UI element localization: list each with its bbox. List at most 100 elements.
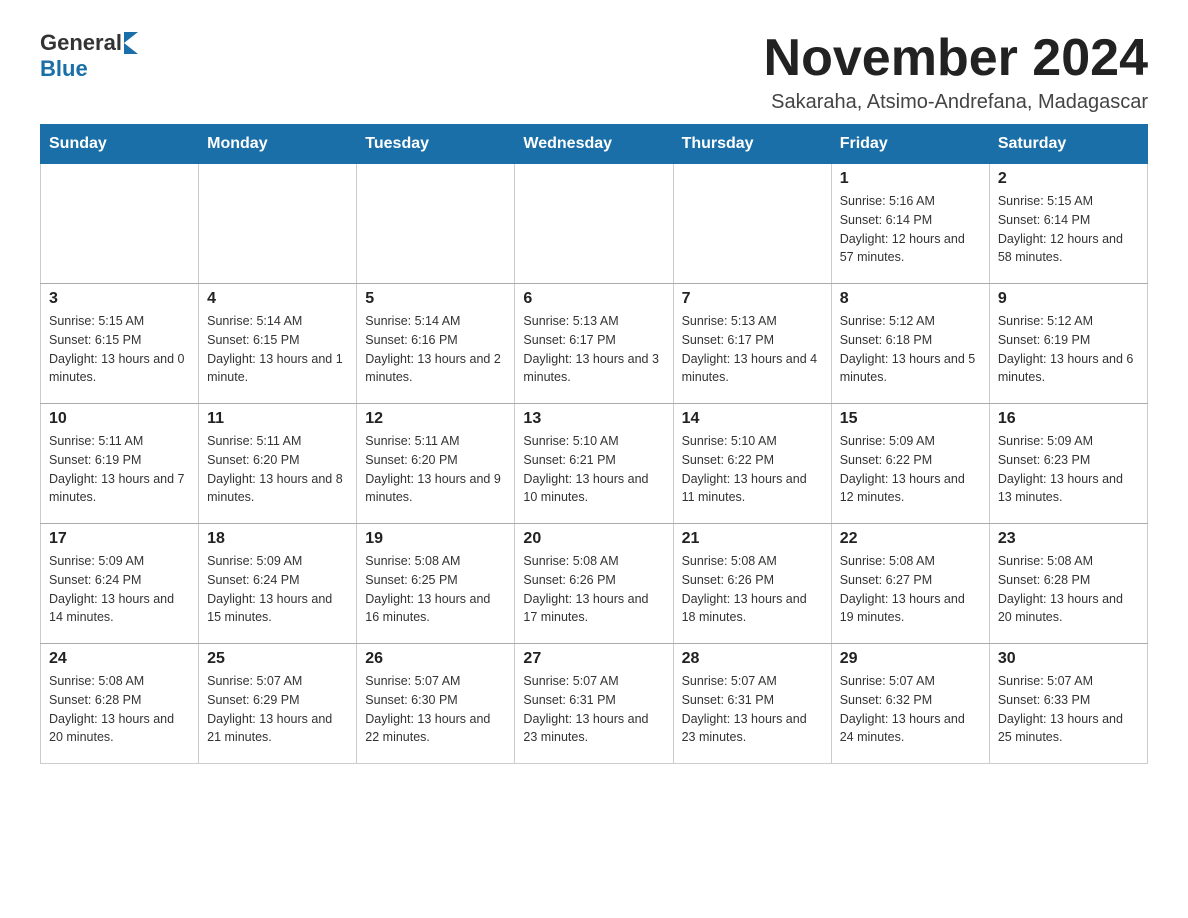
calendar-week-row: 17Sunrise: 5:09 AM Sunset: 6:24 PM Dayli…: [41, 524, 1148, 644]
day-info: Sunrise: 5:08 AM Sunset: 6:28 PM Dayligh…: [998, 552, 1139, 627]
day-number: 1: [840, 170, 981, 188]
page-header: General Blue November 2024 Sakaraha, Ats…: [40, 30, 1148, 114]
calendar-day-cell: 9 Sunrise: 5:12 AM Sunset: 6:19 PM Daylig…: [989, 284, 1147, 404]
day-info: Sunrise: 5:09 AM Sunset: 6:23 PM Dayligh…: [998, 432, 1139, 507]
day-info: Sunrise: 5:08 AM Sunset: 6:26 PM Dayligh…: [682, 552, 823, 627]
day-info: Sunrise: 5:07 AM Sunset: 6:29 PM Dayligh…: [207, 672, 348, 747]
calendar-empty-cell: [357, 164, 515, 284]
day-info: Sunrise: 5:09 AM Sunset: 6:22 PM Dayligh…: [840, 432, 981, 507]
calendar-day-cell: 8Sunrise: 5:12 AM Sunset: 6:18 PM Daylig…: [831, 284, 989, 404]
weekday-header-monday: Monday: [199, 125, 357, 164]
calendar-day-cell: 29 Sunrise: 5:07 AM Sunset: 6:32 PM Dayli…: [831, 644, 989, 764]
title-area: November 2024 Sakaraha, Atsimo-Andrefana…: [764, 30, 1148, 114]
weekday-header-row: SundayMondayTuesdayWednesdayThursdayFrid…: [41, 125, 1148, 164]
calendar-week-row: 3 Sunrise: 5:15 AM Sunset: 6:15 PM Daylig…: [41, 284, 1148, 404]
day-info: Sunrise: 5:15 AM Sunset: 6:14 PM Dayligh…: [998, 192, 1139, 267]
day-number: 24: [49, 650, 190, 668]
calendar-day-cell: 24Sunrise: 5:08 AM Sunset: 6:28 PM Dayli…: [41, 644, 199, 764]
day-info: Sunrise: 5:07 AM Sunset: 6:33 PM Dayligh…: [998, 672, 1139, 747]
day-number: 3: [49, 290, 190, 308]
calendar-empty-cell: [515, 164, 673, 284]
logo-blue-text: Blue: [40, 56, 88, 82]
day-info: Sunrise: 5:11 AM Sunset: 6:19 PM Dayligh…: [49, 432, 190, 507]
calendar-day-cell: 21 Sunrise: 5:08 AM Sunset: 6:26 PM Dayli…: [673, 524, 831, 644]
calendar-day-cell: 15 Sunrise: 5:09 AM Sunset: 6:22 PM Dayli…: [831, 404, 989, 524]
day-info: Sunrise: 5:07 AM Sunset: 6:30 PM Dayligh…: [365, 672, 506, 747]
day-info: Sunrise: 5:09 AM Sunset: 6:24 PM Dayligh…: [49, 552, 190, 627]
day-number: 13: [523, 410, 664, 428]
day-info: Sunrise: 5:14 AM Sunset: 6:16 PM Dayligh…: [365, 312, 506, 387]
weekday-header-friday: Friday: [831, 125, 989, 164]
day-number: 6: [523, 290, 664, 308]
day-info: Sunrise: 5:10 AM Sunset: 6:22 PM Dayligh…: [682, 432, 823, 507]
calendar-day-cell: 26 Sunrise: 5:07 AM Sunset: 6:30 PM Dayli…: [357, 644, 515, 764]
day-number: 25: [207, 650, 348, 668]
day-info: Sunrise: 5:11 AM Sunset: 6:20 PM Dayligh…: [365, 432, 506, 507]
day-number: 29: [840, 650, 981, 668]
day-number: 4: [207, 290, 348, 308]
day-info: Sunrise: 5:08 AM Sunset: 6:26 PM Dayligh…: [523, 552, 664, 627]
day-info: Sunrise: 5:12 AM Sunset: 6:19 PM Dayligh…: [998, 312, 1139, 387]
calendar-empty-cell: [199, 164, 357, 284]
calendar-subtitle: Sakaraha, Atsimo-Andrefana, Madagascar: [764, 91, 1148, 114]
calendar-week-row: 10 Sunrise: 5:11 AM Sunset: 6:19 PM Dayli…: [41, 404, 1148, 524]
day-number: 28: [682, 650, 823, 668]
day-info: Sunrise: 5:15 AM Sunset: 6:15 PM Dayligh…: [49, 312, 190, 387]
day-number: 11: [207, 410, 348, 428]
calendar-day-cell: 20 Sunrise: 5:08 AM Sunset: 6:26 PM Dayli…: [515, 524, 673, 644]
calendar-day-cell: 28Sunrise: 5:07 AM Sunset: 6:31 PM Dayli…: [673, 644, 831, 764]
calendar-day-cell: 25 Sunrise: 5:07 AM Sunset: 6:29 PM Dayli…: [199, 644, 357, 764]
day-number: 30: [998, 650, 1139, 668]
day-info: Sunrise: 5:13 AM Sunset: 6:17 PM Dayligh…: [682, 312, 823, 387]
calendar-day-cell: 23 Sunrise: 5:08 AM Sunset: 6:28 PM Dayli…: [989, 524, 1147, 644]
day-number: 20: [523, 530, 664, 548]
day-number: 23: [998, 530, 1139, 548]
calendar-day-cell: 22Sunrise: 5:08 AM Sunset: 6:27 PM Dayli…: [831, 524, 989, 644]
weekday-header-sunday: Sunday: [41, 125, 199, 164]
day-number: 27: [523, 650, 664, 668]
weekday-header-saturday: Saturday: [989, 125, 1147, 164]
day-number: 5: [365, 290, 506, 308]
day-number: 14: [682, 410, 823, 428]
calendar-day-cell: 11Sunrise: 5:11 AM Sunset: 6:20 PM Dayli…: [199, 404, 357, 524]
calendar-day-cell: 27 Sunrise: 5:07 AM Sunset: 6:31 PM Dayli…: [515, 644, 673, 764]
day-number: 26: [365, 650, 506, 668]
day-number: 9: [998, 290, 1139, 308]
calendar-week-row: 24Sunrise: 5:08 AM Sunset: 6:28 PM Dayli…: [41, 644, 1148, 764]
day-number: 2: [998, 170, 1139, 188]
calendar-day-cell: 7 Sunrise: 5:13 AM Sunset: 6:17 PM Daylig…: [673, 284, 831, 404]
day-number: 7: [682, 290, 823, 308]
day-number: 8: [840, 290, 981, 308]
day-number: 15: [840, 410, 981, 428]
calendar-day-cell: 12 Sunrise: 5:11 AM Sunset: 6:20 PM Dayli…: [357, 404, 515, 524]
calendar-day-cell: 6 Sunrise: 5:13 AM Sunset: 6:17 PM Daylig…: [515, 284, 673, 404]
day-info: Sunrise: 5:07 AM Sunset: 6:32 PM Dayligh…: [840, 672, 981, 747]
day-number: 19: [365, 530, 506, 548]
day-number: 21: [682, 530, 823, 548]
calendar-day-cell: 13Sunrise: 5:10 AM Sunset: 6:21 PM Dayli…: [515, 404, 673, 524]
calendar-empty-cell: [673, 164, 831, 284]
weekday-header-wednesday: Wednesday: [515, 125, 673, 164]
day-info: Sunrise: 5:08 AM Sunset: 6:27 PM Dayligh…: [840, 552, 981, 627]
calendar-day-cell: 30 Sunrise: 5:07 AM Sunset: 6:33 PM Dayli…: [989, 644, 1147, 764]
day-info: Sunrise: 5:07 AM Sunset: 6:31 PM Dayligh…: [523, 672, 664, 747]
calendar-day-cell: 17Sunrise: 5:09 AM Sunset: 6:24 PM Dayli…: [41, 524, 199, 644]
calendar-day-cell: 4 Sunrise: 5:14 AM Sunset: 6:15 PM Daylig…: [199, 284, 357, 404]
day-number: 16: [998, 410, 1139, 428]
day-info: Sunrise: 5:16 AM Sunset: 6:14 PM Dayligh…: [840, 192, 981, 267]
day-number: 12: [365, 410, 506, 428]
logo: General Blue: [40, 30, 138, 82]
day-info: Sunrise: 5:08 AM Sunset: 6:25 PM Dayligh…: [365, 552, 506, 627]
day-number: 18: [207, 530, 348, 548]
calendar-day-cell: 10 Sunrise: 5:11 AM Sunset: 6:19 PM Dayli…: [41, 404, 199, 524]
weekday-header-thursday: Thursday: [673, 125, 831, 164]
calendar-table: SundayMondayTuesdayWednesdayThursdayFrid…: [40, 124, 1148, 764]
calendar-day-cell: 18Sunrise: 5:09 AM Sunset: 6:24 PM Dayli…: [199, 524, 357, 644]
calendar-week-row: 1 Sunrise: 5:16 AM Sunset: 6:14 PM Daylig…: [41, 164, 1148, 284]
day-info: Sunrise: 5:14 AM Sunset: 6:15 PM Dayligh…: [207, 312, 348, 387]
calendar-day-cell: 3 Sunrise: 5:15 AM Sunset: 6:15 PM Daylig…: [41, 284, 199, 404]
day-number: 10: [49, 410, 190, 428]
day-info: Sunrise: 5:13 AM Sunset: 6:17 PM Dayligh…: [523, 312, 664, 387]
calendar-day-cell: 19 Sunrise: 5:08 AM Sunset: 6:25 PM Dayli…: [357, 524, 515, 644]
calendar-day-cell: 2 Sunrise: 5:15 AM Sunset: 6:14 PM Daylig…: [989, 164, 1147, 284]
